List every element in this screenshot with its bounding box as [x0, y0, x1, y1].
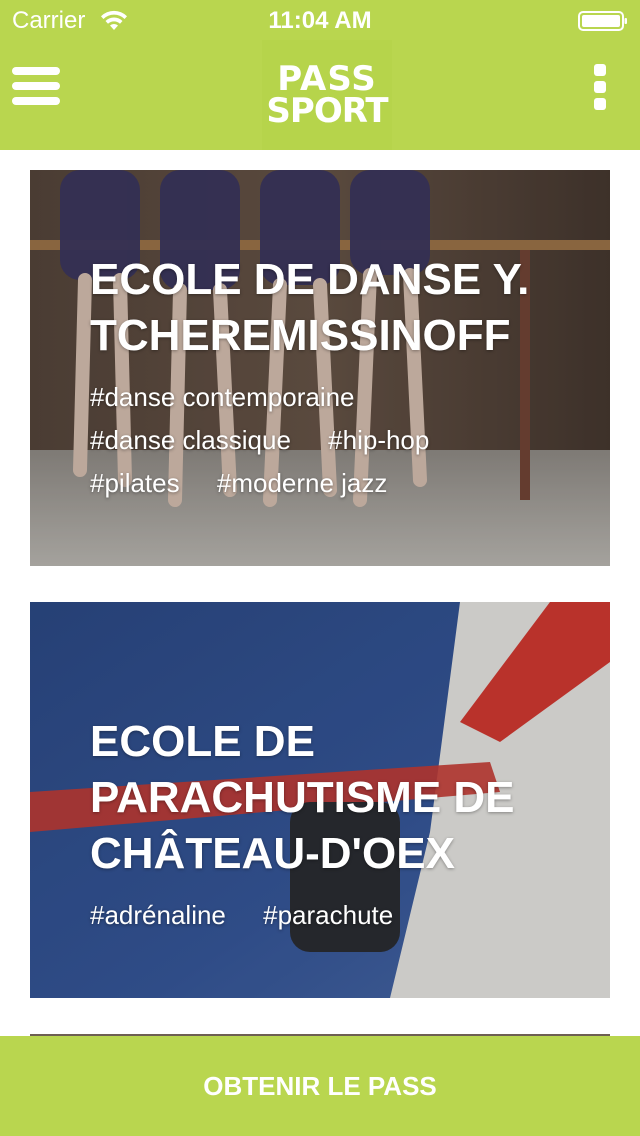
activity-card-parachute[interactable]: ECOLE DE PARACHUTISME DE CHÂTEAU-D'OEX #…	[30, 602, 610, 998]
get-pass-label: OBTENIR LE PASS	[203, 1070, 437, 1101]
navigation-bar: PASS SPORT	[0, 40, 640, 150]
clock: 11:04 AM	[268, 7, 372, 34]
logo-text-sport: SPORT	[266, 91, 388, 131]
tag: #danse classique	[90, 425, 291, 455]
card-tags: #adrénaline #parachute	[90, 894, 560, 937]
card-tags: #danse contemporaine #danse classique #h…	[90, 376, 560, 505]
more-options-icon[interactable]	[588, 64, 612, 116]
app-screen: Carrier 11:04 AM PASS SPORT ECOLE DE DAN…	[0, 0, 640, 1136]
card-title: ECOLE DE DANSE Y. TCHEREMISSINOFF	[90, 255, 530, 360]
hamburger-menu-icon[interactable]	[12, 67, 60, 109]
tag: #adrénaline	[90, 900, 226, 930]
activity-card-dance[interactable]: ECOLE DE DANSE Y. TCHEREMISSINOFF #danse…	[30, 170, 610, 566]
tag: #hip-hop	[328, 425, 430, 455]
card-content: ECOLE DE PARACHUTISME DE CHÂTEAU-D'OEX #…	[90, 714, 560, 937]
tag: #parachute	[263, 900, 394, 930]
status-bar: Carrier 11:04 AM	[0, 0, 640, 40]
tag: #danse contemporaine	[90, 382, 355, 412]
pass-sport-logo: PASS SPORT	[262, 40, 392, 150]
tag: #pilates	[90, 468, 180, 498]
tag: #moderne jazz	[216, 468, 388, 498]
card-title: ECOLE DE PARACHUTISME DE CHÂTEAU-D'OEX	[90, 717, 515, 878]
card-content: ECOLE DE DANSE Y. TCHEREMISSINOFF #danse…	[90, 252, 560, 505]
battery-icon	[578, 11, 627, 31]
get-pass-button[interactable]: OBTENIR LE PASS	[0, 1036, 640, 1136]
